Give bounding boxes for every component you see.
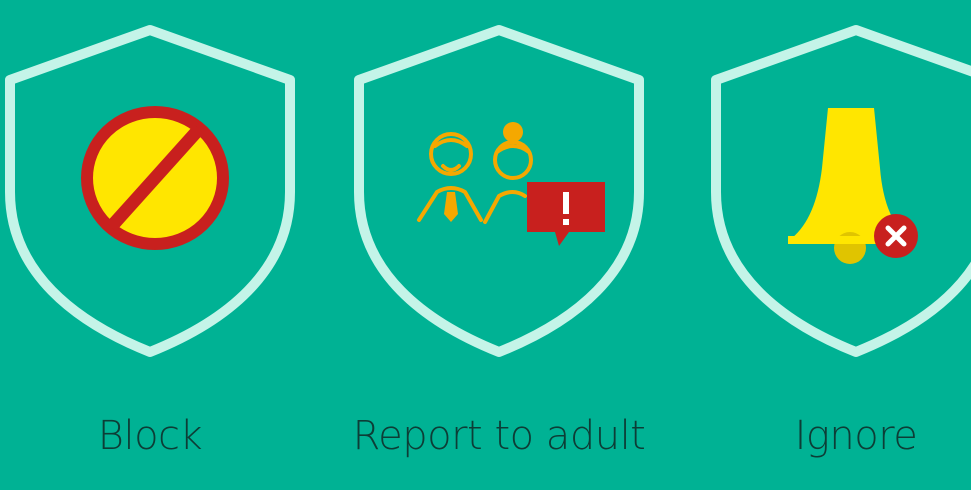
report-to-adult-label: Report to adult bbox=[352, 413, 646, 459]
bell-muted-icon bbox=[788, 108, 918, 264]
block-label: Block bbox=[97, 413, 203, 459]
ignore-option[interactable]: Ignore bbox=[706, 0, 971, 490]
report-to-adult-option[interactable]: Report to adult bbox=[349, 0, 649, 490]
block-option[interactable]: Block bbox=[0, 0, 300, 490]
adults-report-icon bbox=[417, 122, 605, 246]
no-entry-icon bbox=[81, 106, 229, 250]
ignore-label: Ignore bbox=[794, 413, 918, 459]
